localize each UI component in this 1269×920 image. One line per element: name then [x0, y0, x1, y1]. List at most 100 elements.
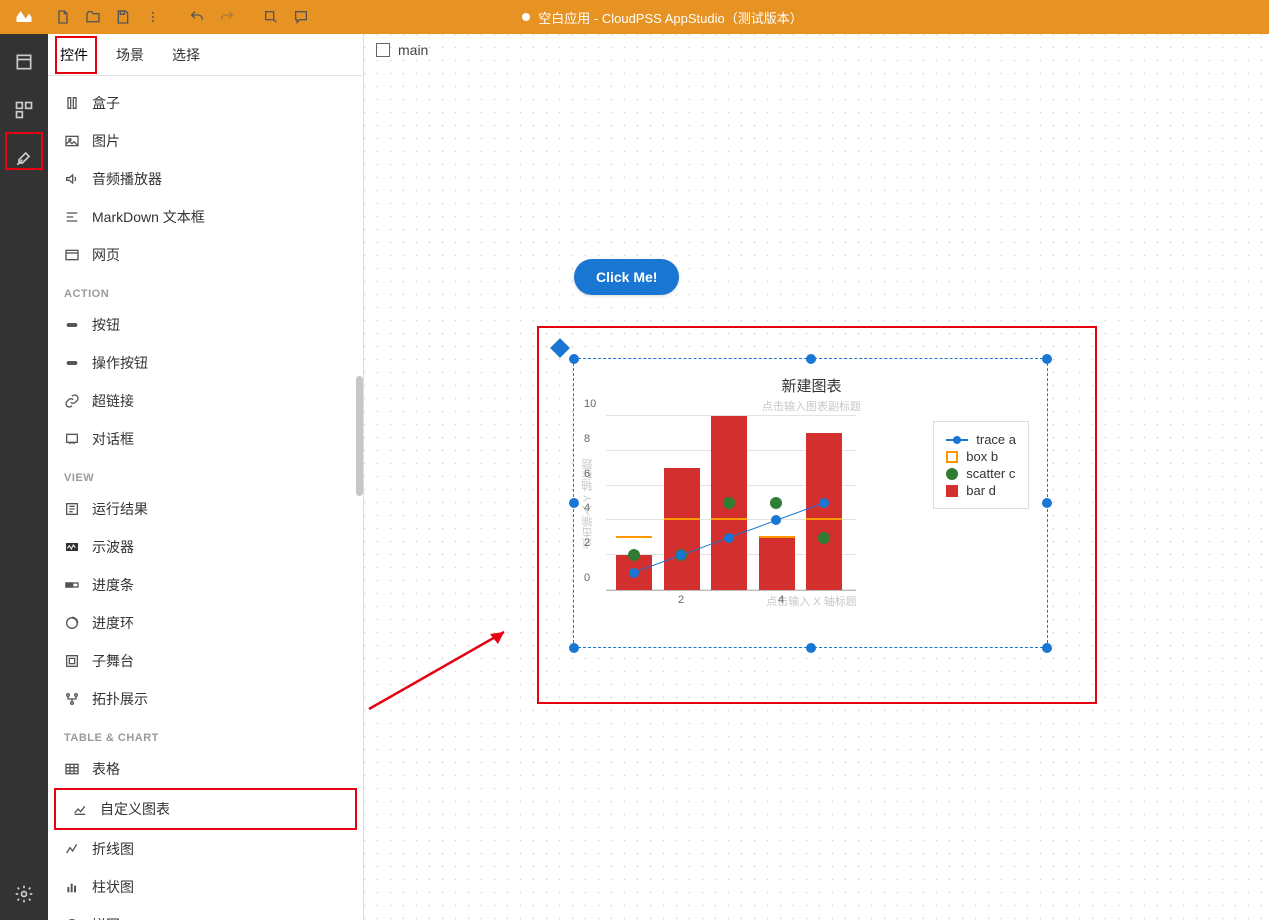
- item-substage[interactable]: 子舞台: [48, 642, 363, 680]
- settings-icon[interactable]: [8, 878, 40, 910]
- resize-handle-w[interactable]: [569, 498, 579, 508]
- legend-bar-d: bar d: [946, 483, 1016, 498]
- item-label: 柱状图: [92, 877, 134, 897]
- substage-icon: [64, 653, 80, 669]
- linechart-icon: [64, 841, 80, 857]
- save-button[interactable]: [108, 0, 138, 34]
- web-icon: [64, 247, 80, 263]
- title-bar: 空白应用 - CloudPSS AppStudio（测试版本）: [0, 0, 1269, 34]
- chart-xlabel[interactable]: 点击输入 X 轴标题: [584, 593, 1039, 609]
- item-label: 进度条: [92, 575, 134, 595]
- ytick: 8: [584, 433, 590, 445]
- item-link[interactable]: 超链接: [48, 382, 363, 420]
- item-label: 示波器: [92, 537, 134, 557]
- blocks-icon[interactable]: [8, 94, 40, 126]
- section-view: VIEW: [48, 458, 363, 490]
- item-audio[interactable]: 音频播放器: [48, 160, 363, 198]
- item-web[interactable]: 网页: [48, 236, 363, 274]
- result-icon: [64, 501, 80, 517]
- page-icon: [376, 43, 390, 57]
- item-dialog[interactable]: 对话框: [48, 420, 363, 458]
- undo-button[interactable]: [182, 0, 212, 34]
- topology-icon: [64, 691, 80, 707]
- item-progressring[interactable]: 进度环: [48, 604, 363, 642]
- comment-button[interactable]: [286, 0, 316, 34]
- zoom-button[interactable]: [256, 0, 286, 34]
- ytick: 2: [584, 537, 590, 549]
- scrollbar-thumb[interactable]: [356, 376, 363, 496]
- new-file-button[interactable]: [48, 0, 78, 34]
- item-progressbar[interactable]: 进度条: [48, 566, 363, 604]
- item-label: 运行结果: [92, 499, 148, 519]
- item-label: 进度环: [92, 613, 134, 633]
- ytick: 4: [584, 502, 590, 514]
- item-table[interactable]: 表格: [48, 750, 363, 788]
- component-panel: 控件 场景 选择 盒子 图片 音频播放器 MarkDown 文本框 网页 ACT…: [48, 34, 364, 920]
- button-icon: [64, 317, 80, 333]
- item-label: 拓扑展示: [92, 689, 148, 709]
- clickme-button[interactable]: Click Me!: [574, 259, 679, 295]
- resize-handle-sw[interactable]: [569, 643, 579, 653]
- redo-button[interactable]: [212, 0, 242, 34]
- item-label: 操作按钮: [92, 353, 148, 373]
- resize-handle-ne[interactable]: [1042, 354, 1052, 364]
- resize-handle-nw[interactable]: [569, 354, 579, 364]
- image-icon: [64, 133, 80, 149]
- box-icon: [64, 95, 80, 111]
- progressbar-icon: [64, 577, 80, 593]
- item-label: 音频播放器: [92, 169, 162, 189]
- chart-legend: trace a box b scatter c bar d: [933, 421, 1029, 509]
- legend-box-b: box b: [946, 449, 1016, 464]
- breadcrumb[interactable]: main: [376, 42, 428, 58]
- barchart-icon: [64, 879, 80, 895]
- item-result[interactable]: 运行结果: [48, 490, 363, 528]
- item-markdown[interactable]: MarkDown 文本框: [48, 198, 363, 236]
- link-icon: [64, 393, 80, 409]
- item-button[interactable]: 按钮: [48, 306, 363, 344]
- resize-handle-n[interactable]: [806, 354, 816, 364]
- tab-select[interactable]: 选择: [172, 45, 200, 75]
- chart-widget[interactable]: 新建图表 点击输入图表副标题 点击输入 Y 轴标题 0 2 4 6 8 10 2…: [584, 369, 1039, 639]
- opbutton-icon: [64, 355, 80, 371]
- tab-controls[interactable]: 控件: [60, 45, 88, 75]
- app-title-text: 空白应用 - CloudPSS AppStudio（测试版本）: [538, 8, 802, 27]
- legend-trace-a: trace a: [946, 432, 1016, 447]
- item-label: 网页: [92, 245, 120, 265]
- tools-icon[interactable]: [8, 142, 40, 174]
- table-icon: [64, 761, 80, 777]
- chart-subtitle[interactable]: 点击输入图表副标题: [584, 398, 1039, 414]
- item-label: 盒子: [92, 93, 120, 113]
- more-menu-button[interactable]: [138, 0, 168, 34]
- chart-plot: 0 2 4 6 8 10 2 4: [606, 416, 856, 591]
- open-file-button[interactable]: [78, 0, 108, 34]
- item-topology[interactable]: 拓扑展示: [48, 680, 363, 718]
- item-label: 饼图: [92, 915, 120, 920]
- item-label: 表格: [92, 759, 120, 779]
- chart-title[interactable]: 新建图表: [584, 375, 1039, 396]
- item-image[interactable]: 图片: [48, 122, 363, 160]
- item-box[interactable]: 盒子: [48, 84, 363, 122]
- item-piechart[interactable]: 饼图: [48, 906, 363, 920]
- canvas-area[interactable]: main Click Me! 新建图表 点击输入图表副标题 点击输入 Y 轴标题…: [364, 34, 1269, 920]
- resize-handle-se[interactable]: [1042, 643, 1052, 653]
- scope-icon: [64, 539, 80, 555]
- item-opbutton[interactable]: 操作按钮: [48, 344, 363, 382]
- xtick: 2: [678, 594, 684, 606]
- item-linechart[interactable]: 折线图: [48, 830, 363, 868]
- annotation-arrow: [364, 624, 514, 714]
- legend-scatter-c: scatter c: [946, 466, 1016, 481]
- item-barchart[interactable]: 柱状图: [48, 868, 363, 906]
- resize-handle-e[interactable]: [1042, 498, 1052, 508]
- panel-tabs: 控件 场景 选择: [48, 34, 363, 76]
- tab-scene[interactable]: 场景: [116, 45, 144, 75]
- left-iconbar: [0, 34, 48, 920]
- dialog-icon: [64, 431, 80, 447]
- item-label: 对话框: [92, 429, 134, 449]
- item-label: 子舞台: [92, 651, 134, 671]
- item-customchart[interactable]: 自定义图表: [54, 788, 357, 830]
- resize-handle-s[interactable]: [806, 643, 816, 653]
- item-scope[interactable]: 示波器: [48, 528, 363, 566]
- page-icon[interactable]: [8, 46, 40, 78]
- item-label: 图片: [92, 131, 120, 151]
- section-table-chart: TABLE & CHART: [48, 718, 363, 750]
